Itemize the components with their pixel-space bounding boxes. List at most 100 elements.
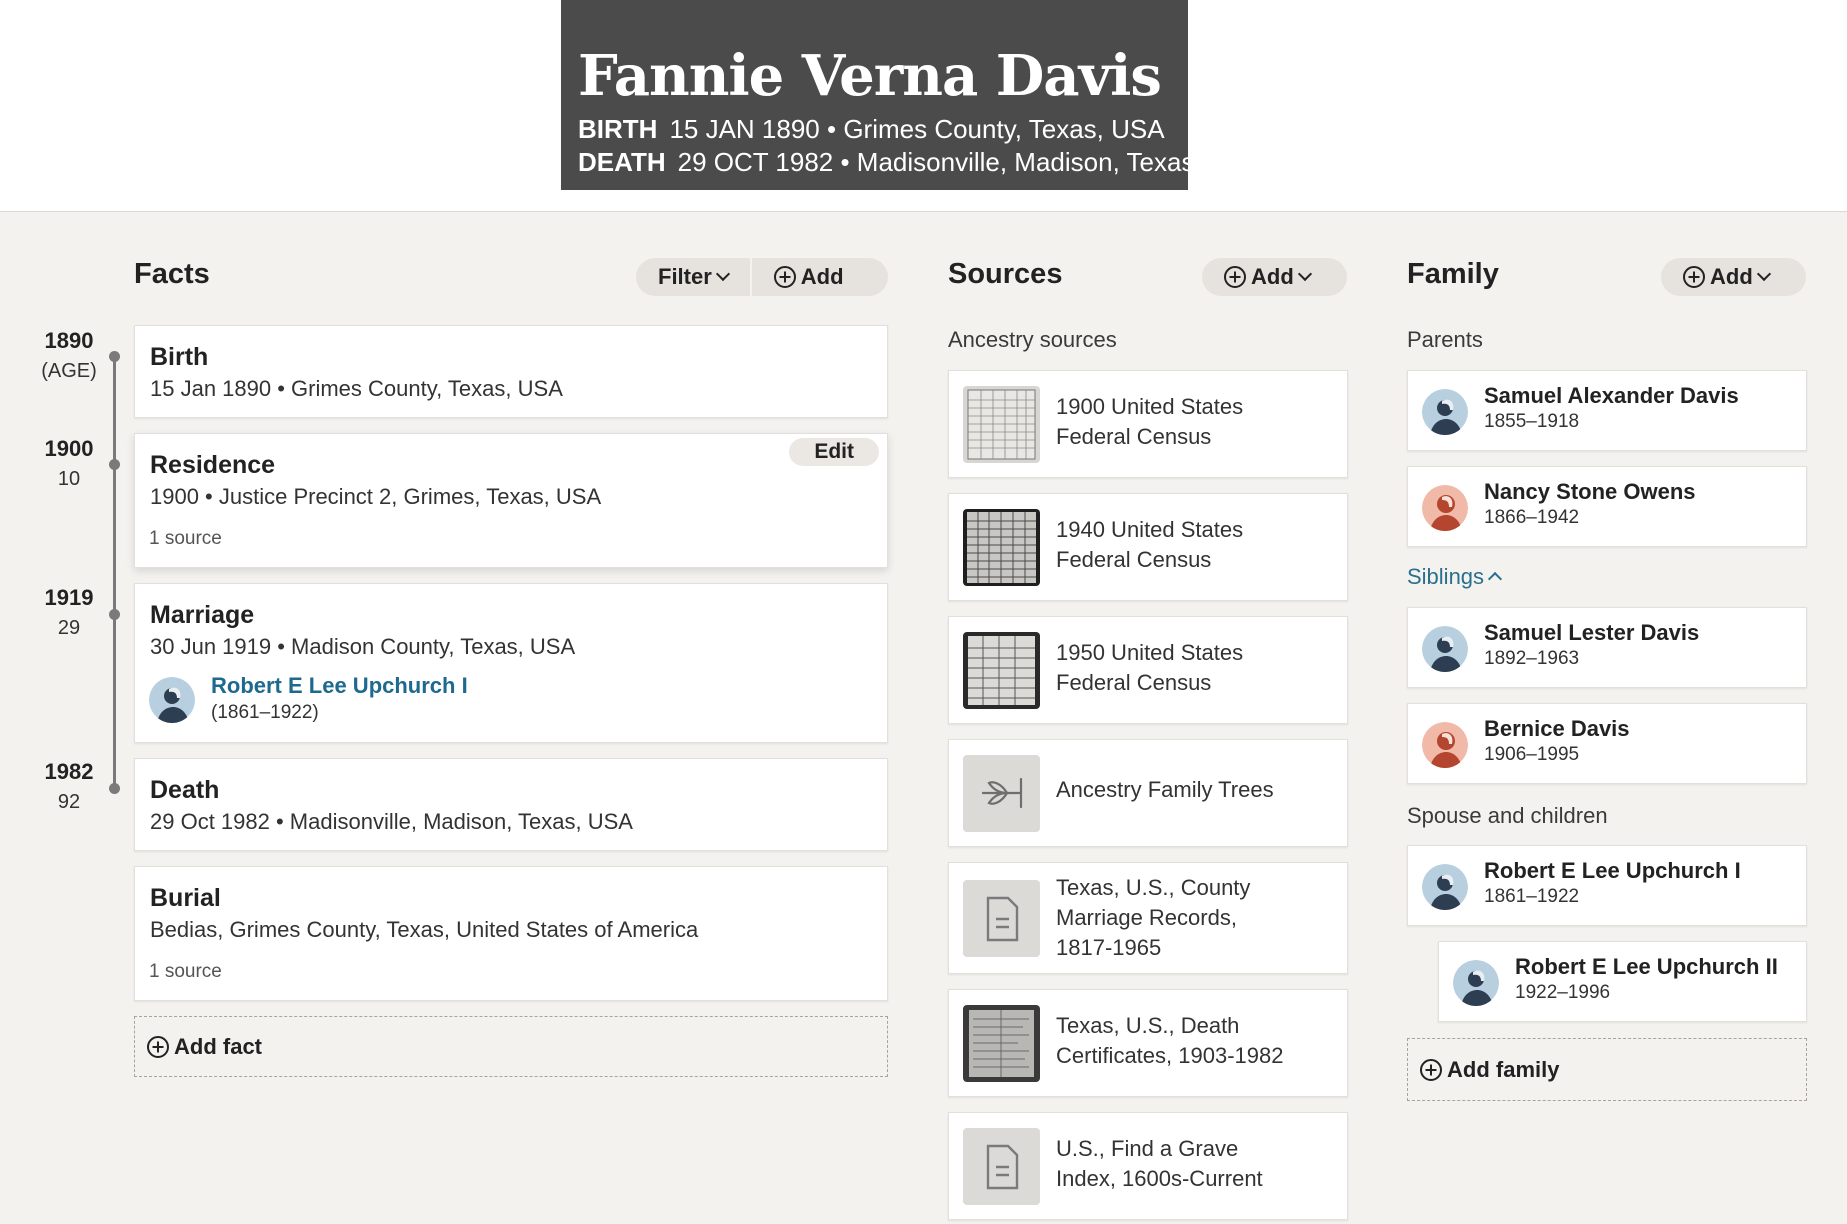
source-title: Texas, U.S., Death Certificates, 1903-19… [1056, 1013, 1284, 1068]
family-member-name: Robert E Lee Upchurch II [1515, 954, 1778, 979]
source-card[interactable]: Texas, U.S., County Marriage Records, 18… [948, 862, 1348, 974]
ancestry-sources-label: Ancestry sources [948, 327, 1117, 352]
chevron-down-icon [715, 266, 730, 282]
sources-add-seg: Add [1202, 258, 1332, 296]
family-member-years: 1861–1922 [1484, 886, 1580, 907]
fact-title: Marriage [150, 601, 255, 629]
fact-card-burial[interactable]: Burial Bedias, Grimes County, Texas, Uni… [134, 866, 888, 1001]
facts-heading: Facts [134, 258, 210, 290]
fact-title: Death [150, 776, 220, 804]
male-avatar-icon [1422, 626, 1468, 672]
plus-circle-icon [1224, 266, 1246, 288]
death-line: DEATH 29 OCT 1982 • Madisonville, Madison… [578, 146, 1188, 179]
add-fact-button[interactable]: Add fact [134, 1016, 888, 1077]
chevron-up-icon [1487, 571, 1503, 587]
source-card[interactable]: Ancestry Family Trees [948, 739, 1348, 847]
family-member-years: 1922–1996 [1515, 982, 1611, 1003]
family-member-card[interactable]: Samuel Lester Davis 1892–1963 [1407, 607, 1807, 688]
source-card[interactable]: 1940 United States Federal Census [948, 493, 1348, 601]
family-member-card[interactable]: Bernice Davis 1906–1995 [1407, 703, 1807, 784]
timeline-line [113, 356, 116, 790]
edit-button[interactable]: Edit [789, 438, 879, 466]
fact-source-count[interactable]: 1 source [149, 961, 222, 983]
filter-button[interactable]: Filter [636, 258, 750, 296]
fact-title: Residence [150, 451, 276, 479]
family-member-name: Robert E Lee Upchurch I [1484, 858, 1741, 883]
source-title: Ancestry Family Trees [1056, 777, 1274, 802]
census-thumbnail [963, 632, 1040, 709]
source-title: 1950 United States Federal Census [1056, 640, 1244, 695]
spouse-children-label: Spouse and children [1407, 803, 1608, 828]
source-card[interactable]: Texas, U.S., Death Certificates, 1903-19… [948, 989, 1348, 1097]
spouse-link[interactable]: Robert E Lee Upchurch I [211, 673, 468, 699]
sources-heading: Sources [948, 258, 1063, 290]
document-icon [963, 880, 1040, 957]
female-avatar-icon [1422, 485, 1468, 531]
plus-circle-icon [1420, 1058, 1442, 1081]
timeline-dot [109, 609, 120, 620]
plus-circle-icon [147, 1035, 169, 1058]
birth-line: BIRTH 15 JAN 1890 • Grimes County, Texas,… [578, 113, 1188, 146]
death-label: DEATH [578, 147, 666, 177]
fact-card-death[interactable]: Death 29 Oct 1982 • Madisonville, Madiso… [134, 758, 888, 851]
add-label: Add [1251, 264, 1294, 289]
person-name: Fannie Verna Davis [578, 43, 1162, 109]
census-thumbnail [963, 386, 1040, 463]
fact-card-birth[interactable]: Birth 15 Jan 1890 • Grimes County, Texas… [134, 325, 888, 418]
fact-card-residence[interactable]: Edit Residence 1900 • Justice Precinct 2… [134, 433, 888, 568]
add-label: Add [1710, 264, 1753, 289]
add-fact-label: Add fact [174, 1033, 262, 1059]
timeline-year: 1919 [44, 585, 94, 610]
source-card[interactable]: 1900 United States Federal Census [948, 370, 1348, 478]
timeline-age: 10 [57, 468, 81, 490]
male-avatar-icon [1422, 864, 1468, 910]
timeline-age: 92 [57, 791, 81, 813]
family-member-name: Samuel Alexander Davis [1484, 383, 1739, 408]
timeline-dot [109, 783, 120, 794]
fact-detail: 1900 • Justice Precinct 2, Grimes, Texas… [150, 484, 602, 509]
family-member-card[interactable]: Nancy Stone Owens 1866–1942 [1407, 466, 1807, 547]
timeline-year: 1982 [44, 759, 94, 784]
fact-source-count[interactable]: 1 source [149, 528, 222, 550]
spouse-years: (1861–1922) [211, 702, 319, 723]
family-heading: Family [1407, 258, 1499, 290]
fact-title: Birth [150, 343, 209, 371]
chevron-down-icon [1756, 266, 1771, 282]
family-add-button[interactable]: Add [1661, 258, 1806, 296]
plus-circle-icon [773, 266, 796, 288]
family-member-card[interactable]: Samuel Alexander Davis 1855–1918 [1407, 370, 1807, 451]
fact-title: Burial [150, 884, 221, 912]
death-value: 29 OCT 1982 • Madisonville, Madison, Tex… [677, 147, 1188, 177]
fact-card-marriage[interactable]: Marriage 30 Jun 1919 • Madison County, T… [134, 583, 888, 743]
parents-label: Parents [1407, 327, 1483, 352]
person-header: Fannie Verna Davis BIRTH 15 JAN 1890 • Gr… [561, 0, 1188, 190]
source-title: Texas, U.S., County Marriage Records, 18… [1056, 875, 1251, 960]
fact-detail: 30 Jun 1919 • Madison County, Texas, USA [150, 634, 576, 659]
add-family-button[interactable]: Add family [1407, 1038, 1807, 1101]
add-label: Add [800, 264, 844, 289]
family-member-card[interactable]: Robert E Lee Upchurch II 1922–1996 [1438, 941, 1807, 1022]
family-member-years: 1892–1963 [1484, 648, 1580, 669]
timeline-dot [109, 351, 120, 362]
plus-circle-icon [1683, 266, 1705, 288]
family-member-years: 1866–1942 [1484, 507, 1580, 528]
sources-add-button[interactable]: Add [1202, 258, 1347, 296]
fact-detail: 29 Oct 1982 • Madisonville, Madison, Tex… [150, 809, 633, 834]
filter-label: Filter [658, 264, 712, 289]
family-member-card[interactable]: Robert E Lee Upchurch I 1861–1922 [1407, 845, 1807, 926]
add-fact-toolbar-button[interactable]: Add [752, 258, 866, 296]
family-member-name: Samuel Lester Davis [1484, 620, 1700, 645]
fact-detail: 15 Jan 1890 • Grimes County, Texas, USA [150, 376, 563, 401]
source-title: 1900 United States Federal Census [1056, 394, 1244, 449]
timeline-age: 29 [57, 617, 81, 639]
male-avatar-icon [149, 677, 195, 723]
certificate-thumbnail [963, 1005, 1040, 1082]
facts-toolbar: Filter Add [636, 258, 888, 296]
family-member-years: 1855–1918 [1484, 411, 1580, 432]
source-card[interactable]: 1950 United States Federal Census [948, 616, 1348, 724]
female-avatar-icon [1422, 722, 1468, 768]
family-member-name: Bernice Davis [1484, 716, 1630, 741]
timeline-age: (AGE) [41, 360, 97, 382]
siblings-toggle[interactable]: Siblings [1407, 564, 1503, 590]
source-card[interactable]: U.S., Find a Grave Index, 1600s-Current [948, 1112, 1348, 1220]
